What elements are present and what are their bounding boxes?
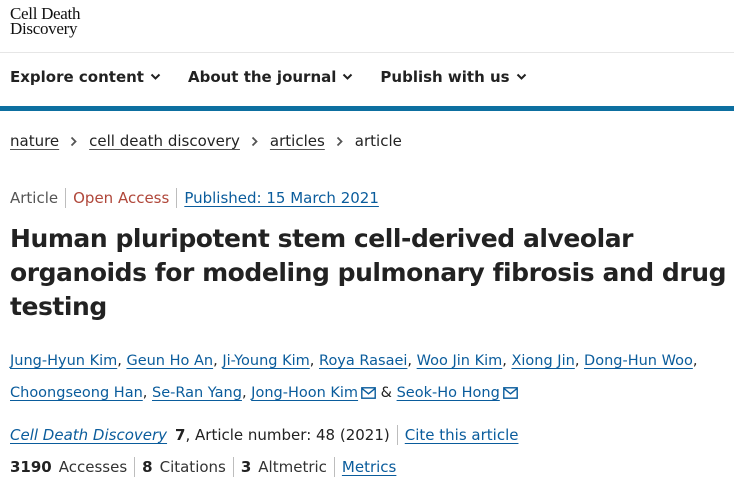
journal-logo[interactable]: Cell Death Discovery [10, 5, 80, 38]
author-link[interactable]: Se-Ran Yang [152, 385, 242, 401]
author-name: Jung-Hyun Kim [10, 353, 118, 369]
logo-line-2: Discovery [10, 19, 78, 38]
author-link[interactable]: Woo Jin Kim [417, 353, 503, 369]
brand-bar [0, 106, 734, 111]
breadcrumb-articles[interactable]: articles [270, 132, 325, 150]
main-nav: Explore content About the journal Publis… [10, 68, 554, 86]
nav-about-journal-label: About the journal [187, 68, 337, 86]
author-link[interactable]: Jung-Hyun Kim [10, 353, 117, 369]
author-separator: , [117, 353, 122, 369]
published-date-link[interactable]: Published: 15 March 2021 [184, 189, 379, 207]
nav-explore-content[interactable]: Explore content [10, 68, 161, 86]
envelope-icon[interactable] [361, 379, 376, 411]
author-name: Geun Ho An [126, 353, 214, 369]
meta-divider [65, 188, 67, 208]
accesses-label: Accesses [58, 458, 128, 476]
nav-publish-with-us[interactable]: Publish with us [380, 68, 526, 86]
meta-divider [396, 425, 398, 445]
citations-label: Citations [159, 458, 226, 476]
author-name: Choongseong Han [10, 385, 143, 401]
cite-this-article-link[interactable]: Cite this article [405, 426, 519, 444]
author-separator: , [574, 353, 580, 369]
metrics-link[interactable]: Metrics [342, 458, 396, 476]
breadcrumb-cell-death-discovery[interactable]: cell death discovery [89, 132, 240, 150]
author-separator: , [241, 385, 247, 401]
chevron-right-icon [70, 136, 78, 147]
author-name: Jong-Hoon Kim [251, 385, 359, 401]
author-list: Jung-Hyun Kim, Geun Ho An, Ji-Young Kim,… [10, 345, 710, 411]
author-link[interactable]: Jong-Hoon Kim [251, 385, 376, 401]
author-name: Se-Ran Yang [152, 385, 242, 401]
author-separator: , [213, 353, 218, 369]
author-link[interactable]: Choongseong Han [10, 385, 143, 401]
nav-explore-content-label: Explore content [10, 68, 144, 86]
article-meta: Article Open Access Published: 15 March … [10, 188, 379, 208]
author-name: Roya Rasaei [319, 353, 408, 369]
breadcrumb-current: article [354, 132, 402, 150]
citation-line: Cell Death Discovery 7 , Article number:… [10, 425, 518, 445]
citations-count: 8 [142, 458, 153, 476]
meta-divider [134, 457, 136, 477]
header-divider [0, 52, 734, 53]
article-number: , Article number: 48 (2021) [185, 426, 390, 444]
author-separator: , [502, 353, 507, 369]
meta-divider [232, 457, 234, 477]
meta-divider [333, 457, 335, 477]
accesses-count: 3190 [10, 458, 52, 476]
author-link[interactable]: Roya Rasaei [319, 353, 407, 369]
author-name: Woo Jin Kim [416, 353, 503, 369]
chevron-right-icon [336, 136, 344, 147]
article-type: Article [10, 189, 59, 207]
author-conjunction: & [380, 385, 392, 401]
meta-divider [176, 188, 178, 208]
author-name: Xiong Jin [511, 353, 575, 369]
altmetric-count: 3 [240, 458, 252, 476]
author-link[interactable]: Seok-Ho Hong [397, 385, 518, 401]
author-name: Ji-Young Kim [222, 353, 310, 369]
author-separator: , [407, 353, 413, 369]
nav-about-journal[interactable]: About the journal [188, 68, 353, 86]
metrics-bar: 3190 Accesses 8 Citations 3 Altmetric Me… [10, 457, 396, 477]
author-link[interactable]: Dong-Hun Woo [584, 353, 693, 369]
envelope-icon[interactable] [502, 379, 518, 411]
author-link[interactable]: Xiong Jin [511, 353, 574, 369]
author-separator: , [142, 385, 148, 401]
breadcrumb: nature cell death discovery articles art… [10, 132, 402, 150]
open-access-badge: Open Access [73, 189, 170, 207]
author-separator: , [309, 353, 315, 369]
chevron-down-icon [150, 73, 161, 80]
author-name: Dong-Hun Woo [584, 353, 693, 369]
volume: 7 [175, 426, 186, 444]
chevron-down-icon [343, 73, 353, 80]
chevron-down-icon [516, 73, 526, 80]
author-link[interactable]: Ji-Young Kim [222, 353, 309, 369]
author-link[interactable]: Geun Ho An [126, 353, 213, 369]
nav-publish-with-us-label: Publish with us [380, 68, 510, 86]
article-title: Human pluripotent stem cell-derived alve… [10, 224, 727, 321]
author-name: Seok-Ho Hong [396, 385, 500, 401]
breadcrumb-nature[interactable]: nature [10, 132, 59, 150]
author-separator: , [692, 353, 698, 369]
chevron-right-icon [251, 136, 259, 147]
altmetric-label: Altmetric [258, 458, 327, 476]
journal-link[interactable]: Cell Death Discovery [10, 426, 167, 444]
